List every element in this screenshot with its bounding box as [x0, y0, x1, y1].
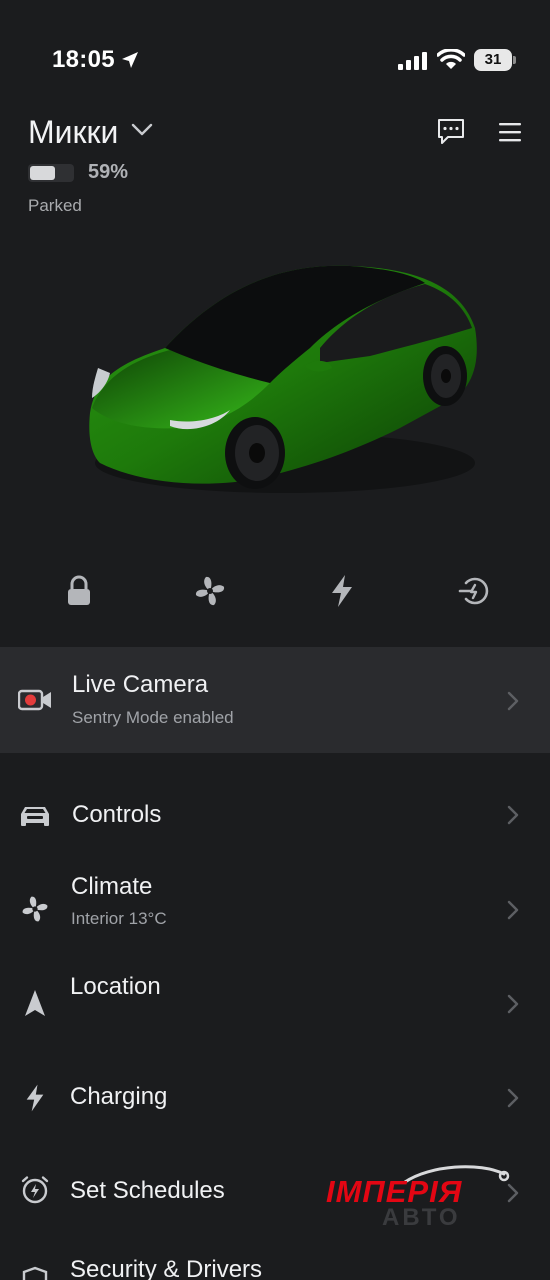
status-bar: 18:05 31 [0, 0, 550, 90]
menu-item-controls[interactable]: Controls [0, 780, 550, 850]
camera-record-icon [18, 683, 52, 717]
chevron-right-icon [507, 691, 519, 711]
menu-item-climate[interactable]: Climate Interior 13°C [0, 860, 550, 960]
battery-bar [28, 164, 74, 182]
fan-icon [18, 892, 52, 926]
menu-item-subtitle: Interior 13°C [71, 909, 167, 928]
fan-icon [195, 576, 225, 606]
navigation-arrow-icon [18, 986, 52, 1020]
chevron-right-icon [507, 805, 519, 825]
menu-item-title: Live Camera [72, 671, 209, 698]
lock-button[interactable] [59, 571, 99, 611]
charge-port-button[interactable] [454, 571, 494, 611]
chevron-right-icon [507, 994, 519, 1014]
menu-icon[interactable] [497, 120, 523, 144]
charging-button[interactable] [322, 571, 362, 611]
quick-actions-bar [0, 565, 550, 615]
watermark-sub: АВТО [382, 1204, 461, 1231]
charge-port-icon [458, 577, 489, 605]
menu-item-charging[interactable]: Charging [0, 1062, 550, 1134]
battery-level-text: 31 [474, 49, 512, 71]
car-icon [18, 798, 52, 832]
menu-item-title: Climate [71, 873, 153, 900]
menu-item-title: Set Schedules [70, 1177, 225, 1204]
menu-item-location[interactable]: Location [0, 962, 550, 1052]
battery-percent: 59% [88, 161, 129, 183]
wifi-icon [437, 49, 465, 69]
menu-item-title: Location [70, 973, 161, 1000]
lock-icon [68, 575, 90, 605]
vehicle-status: Parked [28, 196, 82, 215]
vehicle-selector[interactable]: Микки [28, 114, 153, 151]
watermark-logo: ІМПЕРІЯ АВТО [320, 1160, 520, 1240]
chevron-down-icon [131, 123, 153, 135]
menu-item-title: Security & Drivers [70, 1256, 263, 1280]
alarm-clock-icon [18, 1173, 52, 1207]
vehicle-name: Микки [28, 114, 119, 150]
cellular-signal-icon [398, 52, 427, 70]
lightning-icon [332, 575, 352, 607]
chevron-right-icon [507, 1088, 519, 1108]
battery-bar-fill [30, 166, 55, 180]
lightning-icon [18, 1081, 52, 1115]
shield-icon [18, 1264, 52, 1280]
chat-icon[interactable] [436, 116, 466, 146]
menu-item-security-drivers[interactable]: Security & Drivers [0, 1240, 550, 1280]
location-arrow-icon [122, 52, 138, 68]
menu-item-live-camera[interactable]: Live Camera Sentry Mode enabled [0, 647, 550, 753]
vehicle-image [89, 265, 477, 493]
menu-item-title: Controls [72, 801, 162, 828]
menu-item-title: Charging [70, 1083, 168, 1110]
status-time: 18:05 [52, 46, 115, 73]
menu-item-subtitle: Sentry Mode enabled [72, 708, 234, 727]
chevron-right-icon [507, 900, 519, 920]
fan-button[interactable] [190, 571, 230, 611]
battery-icon: 31 [474, 49, 516, 71]
